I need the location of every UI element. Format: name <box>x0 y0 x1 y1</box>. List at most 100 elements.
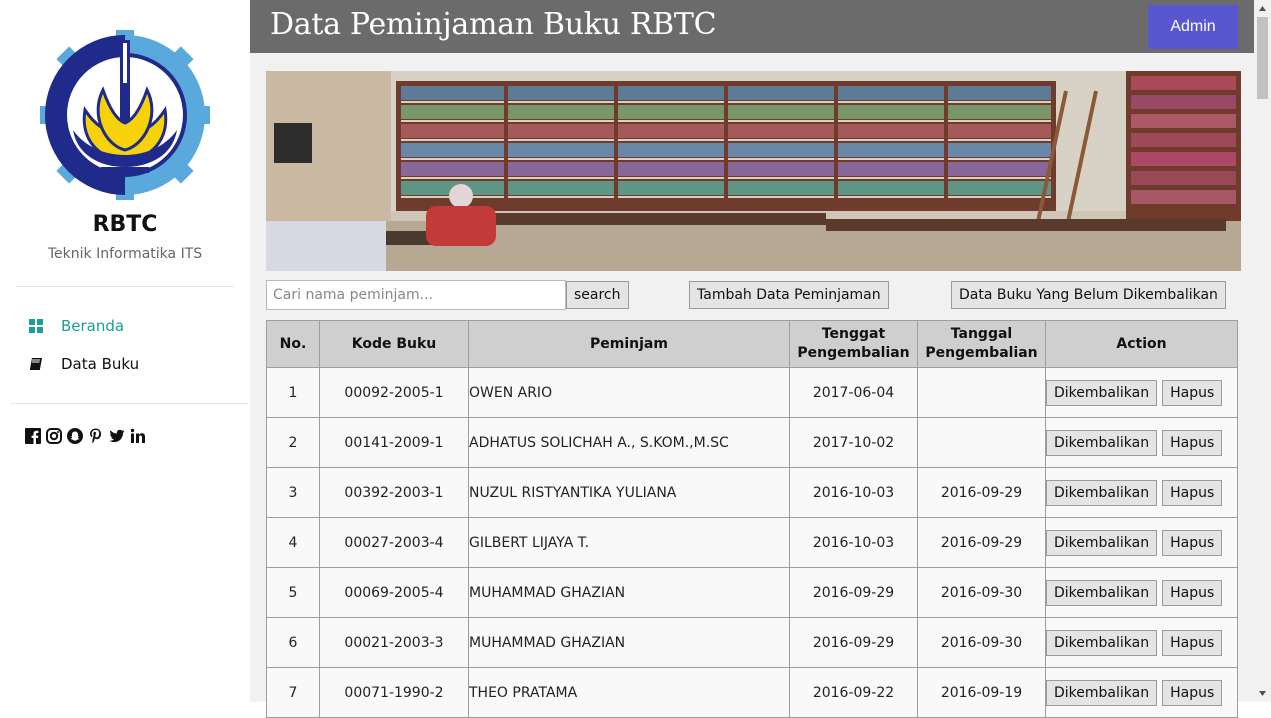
col-header-peminjam: Peminjam <box>468 320 790 368</box>
return-button[interactable]: Dikembalikan <box>1046 479 1158 506</box>
cell-action: Dikembalikan Hapus <box>1045 367 1238 418</box>
cell-kode-buku: 00141-2009-1 <box>319 417 469 468</box>
nav-label: Beranda <box>61 317 125 335</box>
loans-table: No. Kode Buku Peminjam Tenggat Pengembal… <box>266 320 1238 718</box>
cell-peminjam: ADHATUS SOLICHAH A., S.KOM.,M.SC <box>468 417 790 468</box>
cell-action: Dikembalikan Hapus <box>1045 567 1238 618</box>
cell-no: 4 <box>266 517 320 568</box>
pinterest-icon[interactable] <box>88 428 104 444</box>
cell-kode-buku: 00071-1990-2 <box>319 667 469 718</box>
brand-name: RBTC <box>92 212 158 237</box>
cell-tanggal: 2016-09-29 <box>917 467 1046 518</box>
cell-tanggal: 2016-09-30 <box>917 617 1046 668</box>
cell-tanggal: 2016-09-19 <box>917 667 1046 718</box>
cell-no: 5 <box>266 567 320 618</box>
page-title: Data Peminjaman Buku RBTC <box>270 7 717 42</box>
cell-action: Dikembalikan Hapus <box>1045 667 1238 718</box>
divider <box>10 403 248 404</box>
table-row: 7 00071-1990-2 THEO PRATAMA 2016-09-22 2016-… <box>266 667 1238 718</box>
admin-button[interactable]: Admin <box>1148 5 1238 49</box>
col-header-kode-buku: Kode Buku <box>319 320 469 368</box>
cell-tanggal: 2016-09-30 <box>917 567 1046 618</box>
table-row: 2 00141-2009-1 ADHATUS SOLICHAH A., S.KOM.… <box>266 417 1238 468</box>
scrollbar-thumb[interactable] <box>1257 17 1268 99</box>
page-scrollbar[interactable] <box>1254 0 1271 702</box>
nav-label: Data Buku <box>61 355 140 373</box>
return-button[interactable]: Dikembalikan <box>1046 379 1158 406</box>
cell-tenggat: 2016-09-29 <box>789 567 918 618</box>
delete-button[interactable]: Hapus <box>1162 529 1223 556</box>
search-button[interactable]: search <box>566 281 629 309</box>
delete-button[interactable]: Hapus <box>1162 579 1223 606</box>
table-row: 6 00021-2003-3 MUHAMMAD GHAZIAN 2016-09-29 2… <box>266 617 1238 668</box>
return-button[interactable]: Dikembalikan <box>1046 629 1158 656</box>
cell-no: 2 <box>266 417 320 468</box>
main-content: search Tambah Data Peminjaman Data Buku … <box>250 53 1254 718</box>
snapchat-icon[interactable] <box>67 428 83 444</box>
cell-peminjam: GILBERT LIJAYA T. <box>468 517 790 568</box>
cell-peminjam: MUHAMMAD GHAZIAN <box>468 567 790 618</box>
social-links <box>25 428 146 444</box>
sidebar: RBTC Teknik Informatika ITS Beranda Data… <box>0 0 251 702</box>
cell-tenggat: 2016-09-22 <box>789 667 918 718</box>
grid-icon <box>28 318 44 334</box>
delete-button[interactable]: Hapus <box>1162 629 1223 656</box>
cell-kode-buku: 00027-2003-4 <box>319 517 469 568</box>
table-row: 3 00392-2003-1 NUZUL RISTYANTIKA YULIANA 20… <box>266 467 1238 518</box>
delete-button[interactable]: Hapus <box>1162 379 1223 406</box>
facebook-icon[interactable] <box>25 428 41 444</box>
cell-tanggal: 2016-09-29 <box>917 517 1046 568</box>
cell-action: Dikembalikan Hapus <box>1045 467 1238 518</box>
add-loan-button[interactable]: Tambah Data Peminjaman <box>689 281 889 309</box>
cell-kode-buku: 00021-2003-3 <box>319 617 469 668</box>
instagram-icon[interactable] <box>46 428 62 444</box>
cell-tanggal <box>917 367 1046 418</box>
cell-peminjam: THEO PRATAMA <box>468 667 790 718</box>
col-header-action: Action <box>1045 320 1238 368</box>
cell-peminjam: OWEN ARIO <box>468 367 790 418</box>
col-header-tanggal: Tanggal Pengembalian <box>917 320 1046 368</box>
linkedin-icon[interactable] <box>130 428 146 444</box>
book-icon <box>28 356 44 372</box>
cell-no: 1 <box>266 367 320 418</box>
return-button[interactable]: Dikembalikan <box>1046 579 1158 606</box>
scroll-down-arrow-icon[interactable] <box>1254 685 1271 702</box>
nav-item-data-buku[interactable]: Data Buku <box>28 352 139 376</box>
table-row: 1 00092-2005-1 OWEN ARIO 2017-06-04 Dikembal… <box>266 367 1238 418</box>
cell-kode-buku: 00392-2003-1 <box>319 467 469 518</box>
return-button[interactable]: Dikembalikan <box>1046 529 1158 556</box>
cell-no: 6 <box>266 617 320 668</box>
cell-tenggat: 2016-09-29 <box>789 617 918 668</box>
cell-tenggat: 2016-10-03 <box>789 517 918 568</box>
cell-action: Dikembalikan Hapus <box>1045 517 1238 568</box>
delete-button[interactable]: Hapus <box>1162 479 1223 506</box>
cell-peminjam: MUHAMMAD GHAZIAN <box>468 617 790 668</box>
cell-peminjam: NUZUL RISTYANTIKA YULIANA <box>468 467 790 518</box>
cell-no: 7 <box>266 667 320 718</box>
table-row: 4 00027-2003-4 GILBERT LIJAYA T. 2016-10-03… <box>266 517 1238 568</box>
scroll-up-arrow-icon[interactable] <box>1254 0 1271 17</box>
unreturned-books-button[interactable]: Data Buku Yang Belum Dikembalikan <box>951 281 1226 309</box>
search-input[interactable] <box>266 280 566 310</box>
its-logo <box>37 27 213 203</box>
return-button[interactable]: Dikembalikan <box>1046 429 1158 456</box>
cell-no: 3 <box>266 467 320 518</box>
col-header-tenggat: Tenggat Pengembalian <box>789 320 918 368</box>
cell-action: Dikembalikan Hapus <box>1045 417 1238 468</box>
twitter-icon[interactable] <box>109 428 125 444</box>
brand-subtitle: Teknik Informatika ITS <box>47 246 203 262</box>
cell-kode-buku: 00092-2005-1 <box>319 367 469 418</box>
cell-action: Dikembalikan Hapus <box>1045 617 1238 668</box>
cell-tenggat: 2017-10-02 <box>789 417 918 468</box>
col-header-no: No. <box>266 320 320 368</box>
top-header: Data Peminjaman Buku RBTC Admin <box>250 0 1254 53</box>
table-header-row: No. Kode Buku Peminjam Tenggat Pengembal… <box>266 320 1238 368</box>
divider <box>16 286 234 287</box>
cell-tenggat: 2016-10-03 <box>789 467 918 518</box>
cell-kode-buku: 00069-2005-4 <box>319 567 469 618</box>
cell-tenggat: 2017-06-04 <box>789 367 918 418</box>
cell-tanggal <box>917 417 1046 468</box>
nav-item-beranda[interactable]: Beranda <box>28 314 124 338</box>
delete-button[interactable]: Hapus <box>1162 429 1223 456</box>
library-banner-image <box>266 71 1241 271</box>
